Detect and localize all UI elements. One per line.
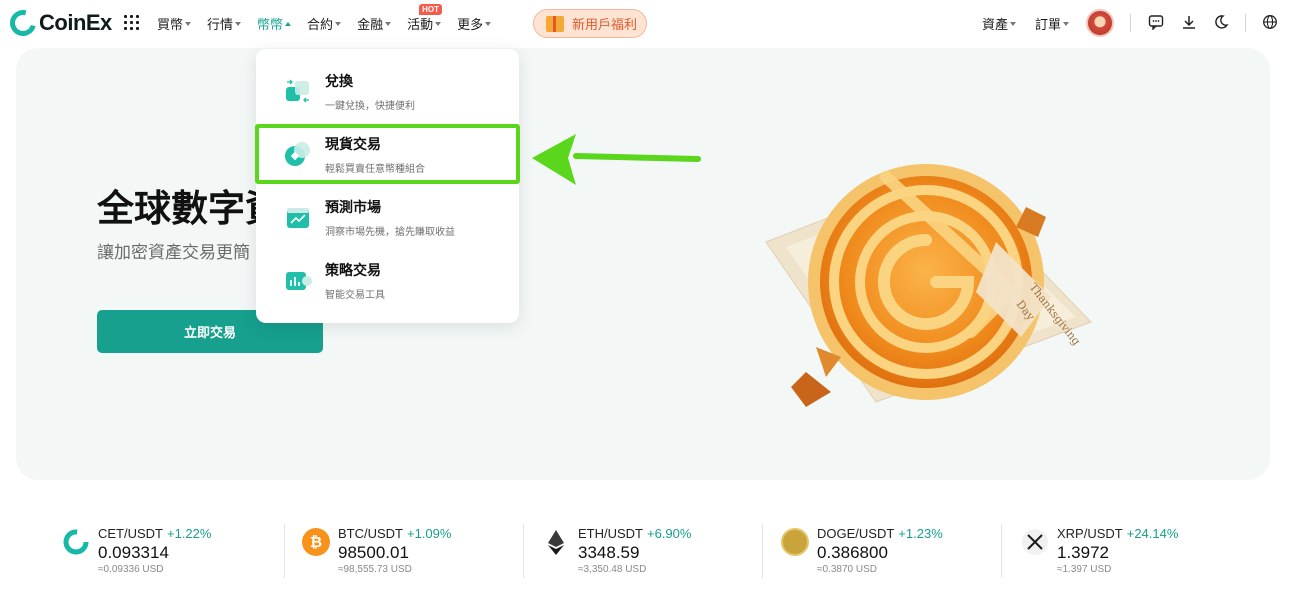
chevron-up-icon: [285, 21, 292, 26]
nav-finance[interactable]: 金融: [357, 14, 392, 33]
ticker-price: 1.3972: [1057, 543, 1109, 562]
nav-markets[interactable]: 行情: [207, 14, 242, 33]
divider: [762, 524, 763, 578]
ticker-price: 3348.59: [578, 543, 640, 562]
nav-orders[interactable]: 訂單: [1035, 14, 1070, 33]
coinex-logo[interactable]: CoinEx: [5, 5, 112, 41]
new-user-promo-button[interactable]: 新用戶福利: [533, 9, 647, 38]
apps-grid-icon[interactable]: [124, 15, 139, 30]
prediction-icon: [287, 208, 309, 228]
ticker-usd-value: ≈0.09336 USD: [98, 564, 164, 575]
ticker-doge[interactable]: DOGE/USDT +1.23% 0.386800 ≈0.3870 USD: [781, 518, 1011, 580]
ticker-change: +1.22%: [167, 526, 212, 541]
chevron-down-icon: [235, 21, 242, 26]
chevron-down-icon: [335, 21, 342, 26]
nav-label: 活動: [407, 17, 434, 32]
dropdown-item-convert[interactable]: 兌換 一鍵兌換，快捷便利: [256, 59, 519, 119]
divider: [523, 524, 524, 578]
cet-coin-icon: [63, 529, 89, 555]
ticker-price: 0.093314: [98, 543, 169, 562]
ticker-usd-value: ≈1.397 USD: [1057, 564, 1112, 575]
nav-futures[interactable]: 合約: [307, 14, 342, 33]
nav-label: 幣幣: [257, 17, 284, 32]
ticker-pair: XRP/USDT +24.14%: [1057, 526, 1179, 541]
promo-label: 新用戶福利: [572, 17, 638, 32]
thanksgiving-pie-illustration: Thanksgiving Day: [765, 164, 1092, 407]
chevron-down-icon: [1063, 21, 1070, 26]
dropdown-item-desc: 智能交易工具: [325, 290, 385, 301]
ticker-change: +6.90%: [647, 526, 692, 541]
message-icon[interactable]: [1148, 14, 1164, 30]
hero-banner: 全球數字資 讓加密資產交易更簡 立即交易 Thanksgiving Day: [16, 48, 1270, 480]
gift-icon: [546, 15, 564, 32]
dropdown-item-desc: 洞察市場先機，搶先賺取收益: [325, 227, 455, 238]
dark-mode-moon-icon[interactable]: [1213, 14, 1229, 30]
hero-subtitle: 讓加密資產交易更簡: [97, 243, 250, 262]
ticker-price: 0.386800: [817, 543, 888, 562]
ticker-pair: BTC/USDT +1.09%: [338, 526, 452, 541]
ticker-price: 98500.01: [338, 543, 409, 562]
nav-assets[interactable]: 資產: [982, 14, 1017, 33]
nav-label: 合約: [307, 17, 334, 32]
language-globe-icon[interactable]: [1262, 14, 1278, 30]
download-icon[interactable]: [1181, 14, 1197, 30]
nav-activities[interactable]: 活動 HOT: [407, 4, 442, 33]
highlight-box: [255, 124, 520, 184]
nav-more[interactable]: 更多: [457, 14, 492, 33]
ticker-btc[interactable]: ₿ BTC/USDT +1.09% 98500.01 ≈98,555.73 USD: [302, 518, 532, 580]
dropdown-item-desc: 一鍵兌換，快捷便利: [325, 101, 415, 112]
dropdown-item-title: 兌換: [325, 73, 353, 89]
annotation-arrow-icon: [532, 134, 701, 185]
ticker-xrp[interactable]: XRP/USDT +24.14% 1.3972 ≈1.397 USD: [1021, 518, 1251, 580]
ticker-strip: CET/USDT +1.22% 0.093314 ≈0.09336 USD ₿ B…: [0, 518, 1293, 588]
xrp-coin-icon: [1022, 529, 1048, 555]
chevron-down-icon: [185, 21, 192, 26]
ticker-cet[interactable]: CET/USDT +1.22% 0.093314 ≈0.09336 USD: [62, 518, 292, 580]
nav-spot[interactable]: 幣幣: [257, 14, 292, 33]
divider: [1001, 524, 1002, 578]
divider: [284, 524, 285, 578]
ticker-pair: DOGE/USDT +1.23%: [817, 526, 943, 541]
ticker-pair: ETH/USDT +6.90%: [578, 526, 692, 541]
chevron-down-icon: [485, 21, 492, 26]
ticker-usd-value: ≈3,350.48 USD: [578, 564, 647, 575]
hot-badge: HOT: [419, 4, 442, 15]
account-nav: 資產 訂單: [982, 14, 1088, 33]
chevron-down-icon: [385, 21, 392, 26]
doge-coin-icon: [781, 528, 809, 556]
strategy-icon: [286, 272, 312, 290]
spot-dropdown-menu: 兌換 一鍵兌換，快捷便利 現貨交易 輕鬆買賣任意幣種組合 預測市場 洞察市場先機…: [256, 49, 519, 323]
nav-label: 訂單: [1035, 17, 1062, 32]
eth-coin-icon: [548, 530, 564, 555]
exchange-icon: [286, 79, 309, 103]
dropdown-item-title: 策略交易: [325, 262, 381, 278]
dropdown-item-title: 預測市場: [325, 199, 381, 215]
hero-title: 全球數字資: [97, 188, 282, 229]
divider: [1245, 14, 1246, 32]
divider: [1130, 14, 1131, 32]
ticker-change: +1.09%: [407, 526, 452, 541]
main-nav: 買幣 行情 幣幣 合約 金融 活動 HOT 更多: [157, 4, 507, 33]
ticker-usd-value: ≈98,555.73 USD: [338, 564, 412, 575]
chevron-down-icon: [1010, 21, 1017, 26]
top-navbar: CoinEx 買幣 行情 幣幣 合約 金融 活動 HOT 更多 新用戶福利 資產…: [0, 0, 1293, 46]
btc-coin-icon: ₿: [302, 528, 330, 556]
nav-label: 資產: [982, 17, 1009, 32]
ticker-usd-value: ≈0.3870 USD: [817, 564, 877, 575]
logo-text: CoinEx: [39, 10, 112, 35]
nav-label: 金融: [357, 17, 384, 32]
ticker-pair: CET/USDT +1.22%: [98, 526, 212, 541]
nav-buy-crypto[interactable]: 買幣: [157, 14, 192, 33]
dropdown-item-prediction-market[interactable]: 預測市場 洞察市場先機，搶先賺取收益: [256, 185, 519, 245]
coinex-logo-icon: [5, 5, 41, 41]
user-avatar[interactable]: [1086, 9, 1114, 37]
chevron-down-icon: [435, 21, 442, 26]
nav-label: 行情: [207, 17, 234, 32]
ticker-change: +1.23%: [898, 526, 943, 541]
nav-label: 買幣: [157, 17, 184, 32]
nav-label: 更多: [457, 17, 484, 32]
dropdown-item-strategy-trading[interactable]: 策略交易 智能交易工具: [256, 248, 519, 308]
ticker-eth[interactable]: ETH/USDT +6.90% 3348.59 ≈3,350.48 USD: [542, 518, 772, 580]
ticker-change: +24.14%: [1126, 526, 1179, 541]
